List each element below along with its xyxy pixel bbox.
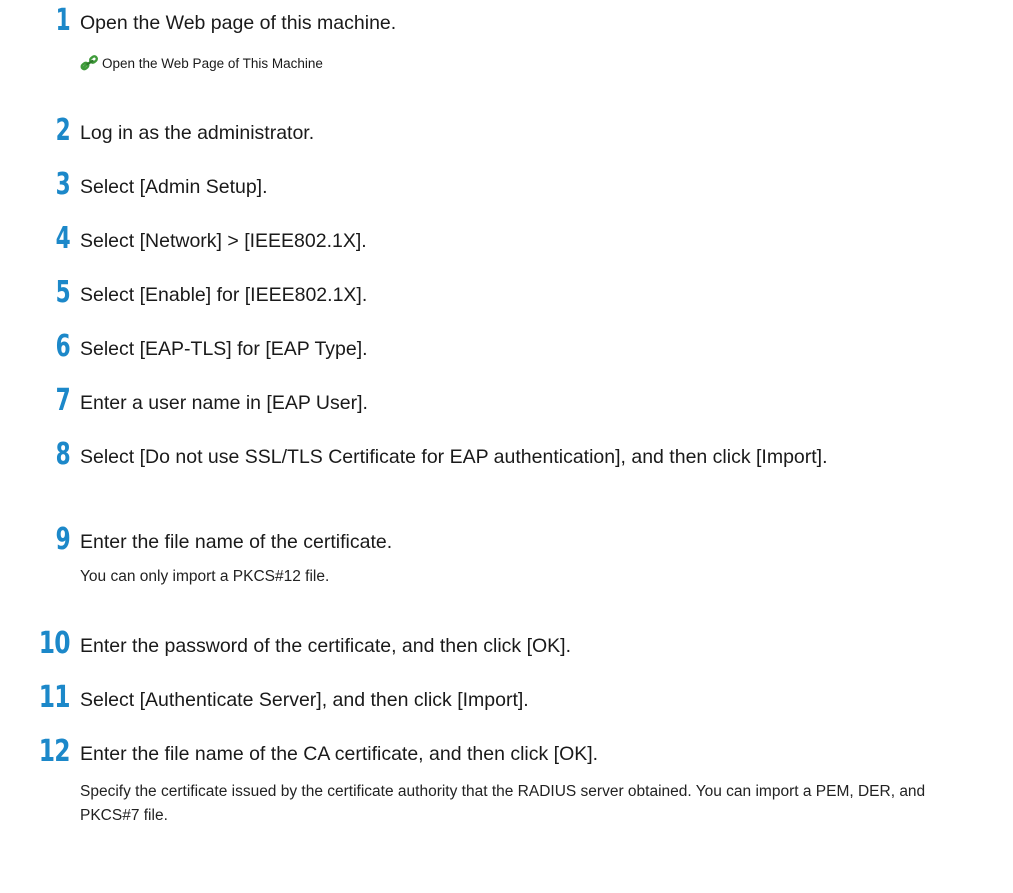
step-text: Enter the file name of the certificate. — [80, 531, 393, 553]
step-number: 7 — [55, 383, 71, 418]
step-number: 8 — [55, 437, 71, 472]
step-number: 9 — [55, 522, 71, 557]
step-note: Specify the certificate issued by the ce… — [80, 783, 926, 824]
step-text: Select [Admin Setup]. — [80, 176, 268, 198]
step-number: 6 — [55, 329, 71, 364]
step-number: 4 — [55, 221, 71, 256]
step-text: Open the Web page of this machine. — [80, 12, 397, 34]
step-text: Select [EAP-TLS] for [EAP Type]. — [80, 338, 368, 360]
step-number: 5 — [55, 275, 71, 310]
step-number: 10 — [38, 626, 71, 661]
step-text: Log in as the administrator. — [80, 122, 315, 144]
step-number: 12 — [38, 734, 71, 769]
link-chain-icon — [80, 55, 100, 71]
step-text: Select [Do not use SSL/TLS Certificate f… — [80, 446, 828, 468]
step-text: Select [Authenticate Server], and then c… — [80, 689, 529, 711]
step-text: Enter a user name in [EAP User]. — [80, 392, 368, 414]
step-text: Enter the password of the certificate, a… — [80, 635, 571, 657]
step-number: 2 — [55, 113, 71, 148]
open-web-page-link[interactable]: Open the Web Page of This Machine — [80, 54, 323, 74]
step-note: You can only import a PKCS#12 file. — [80, 568, 330, 585]
step-text: Select [Enable] for [IEEE802.1X]. — [80, 284, 368, 306]
link-label: Open the Web Page of This Machine — [102, 56, 323, 71]
step-text: Enter the file name of the CA certificat… — [80, 743, 599, 765]
step-text: Select [Network] > [IEEE802.1X]. — [80, 230, 367, 252]
step-number: 1 — [55, 3, 71, 38]
step-number: 3 — [55, 167, 71, 202]
step-number: 11 — [38, 680, 71, 715]
